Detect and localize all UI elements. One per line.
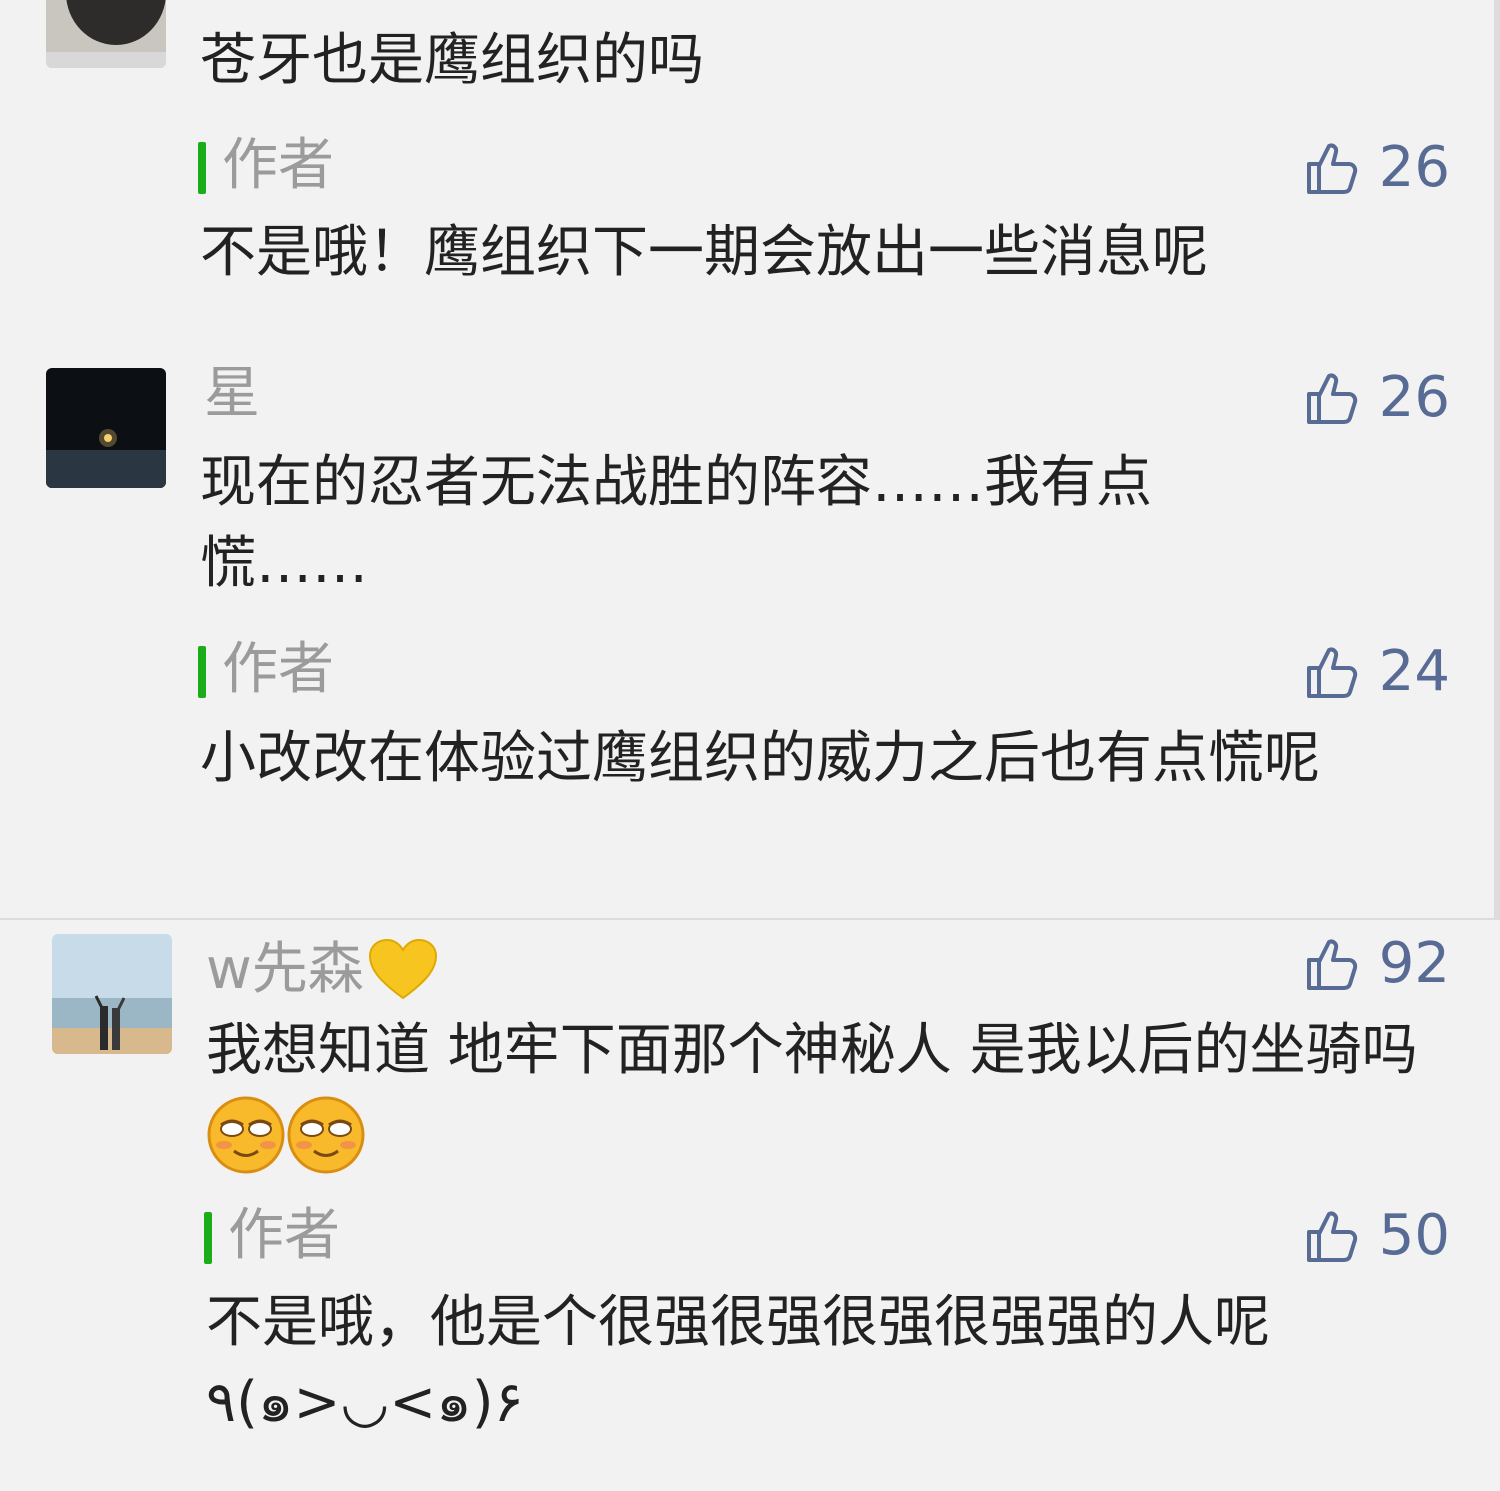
username-text: w先森: [206, 937, 364, 1002]
smirk-emoji: [207, 1096, 285, 1174]
thumbs-up-icon: [1306, 939, 1357, 990]
author-reply-label: 作者: [204, 1208, 340, 1264]
like-count: 92: [1378, 931, 1450, 996]
reply-text: 不是哦！鹰组织下一期会放出一些消息呢: [200, 220, 1208, 285]
like-count: 24: [1378, 639, 1450, 704]
comment-text: 苍牙也是鹰组织的吗: [200, 28, 704, 93]
comment-text-content: 我想知道 地牢下面那个神秘人 是我以后的坐骑吗: [206, 1018, 1418, 1083]
reply-like-button[interactable]: 24: [1301, 642, 1450, 702]
reply-text: 小改改在体验过鹰组织的威力之后也有点慌呢: [200, 726, 1320, 791]
reply-like-button[interactable]: 26: [1301, 138, 1450, 198]
thumbs-up-icon: [1306, 143, 1357, 194]
comment-like-button[interactable]: 92: [1301, 934, 1450, 994]
like-count: 26: [1378, 135, 1450, 200]
thumbs-up-icon: [1306, 647, 1357, 698]
like-count: 26: [1378, 365, 1450, 430]
thumbs-up-icon: [1306, 373, 1357, 424]
username[interactable]: 星: [204, 366, 260, 422]
comment-text: 我想知道 地牢下面那个神秘人 是我以后的坐骑吗: [206, 1010, 1456, 1175]
reply-text: 不是哦，他是个很强很强很强很强强的人呢: [206, 1290, 1270, 1355]
avatar[interactable]: [46, 0, 166, 68]
avatar[interactable]: [46, 368, 166, 488]
comment-text: 现在的忍者无法战胜的阵容……我有点慌……: [200, 450, 1152, 597]
avatar[interactable]: [52, 934, 172, 1054]
thumbs-up-icon: [1306, 1211, 1357, 1262]
reply-kaomoji: ٩(๑>◡<๑)۶: [206, 1370, 524, 1435]
comment-3: w先森 92 我想知道 地牢下面那个神秘人 是我以后的坐骑吗 作者 50 不是哦…: [0, 920, 1500, 1491]
author-reply-label: 作者: [198, 138, 334, 194]
username[interactable]: w先森: [206, 938, 438, 1002]
smirk-emoji: [287, 1096, 365, 1174]
author-reply-label: 作者: [198, 642, 334, 698]
yellow-heart-icon: [368, 938, 437, 1000]
reply-like-button[interactable]: 50: [1301, 1206, 1450, 1266]
comment-like-button[interactable]: 26: [1301, 368, 1450, 428]
comment-1: 苍牙也是鹰组织的吗 作者 26 不是哦！鹰组织下一期会放出一些消息呢: [0, 0, 1500, 330]
like-count: 50: [1378, 1203, 1450, 1268]
comment-2: 星 26 现在的忍者无法战胜的阵容……我有点慌…… 作者 24 小改改在体验过鹰…: [0, 340, 1500, 918]
